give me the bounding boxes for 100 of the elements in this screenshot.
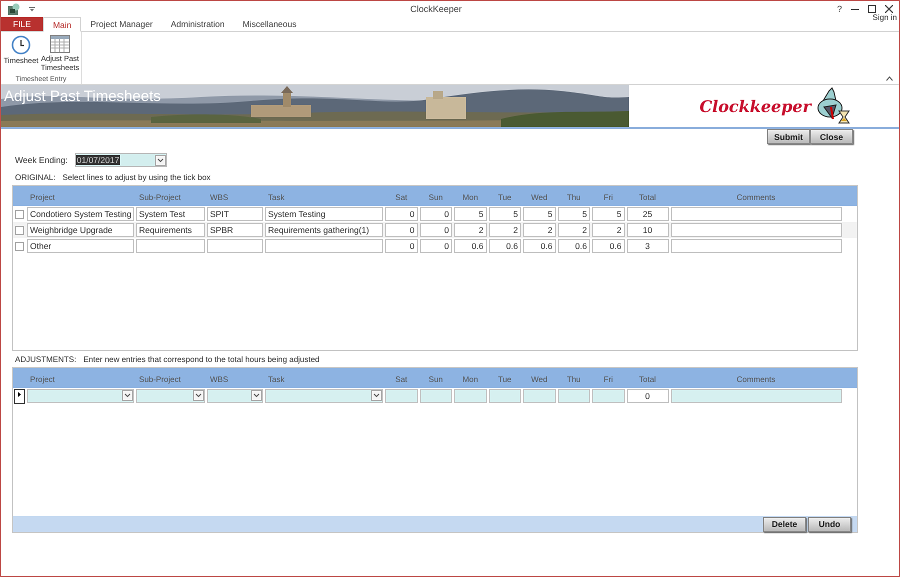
text-field[interactable]: SPBR bbox=[207, 223, 263, 237]
text-field[interactable]: Requirements gathering(1) bbox=[265, 223, 383, 237]
text-field[interactable] bbox=[523, 389, 556, 403]
text-field[interactable]: 0.6 bbox=[454, 239, 486, 253]
column-header: Sat bbox=[394, 192, 408, 202]
text-field[interactable]: 0 bbox=[420, 207, 452, 221]
text-field[interactable] bbox=[385, 389, 418, 403]
window-title: ClockKeeper bbox=[409, 4, 463, 14]
text-field[interactable] bbox=[558, 389, 590, 403]
ribbon-tab[interactable]: Administration bbox=[162, 17, 234, 31]
text-field[interactable]: 0 bbox=[385, 239, 418, 253]
footer-button[interactable]: Undo bbox=[808, 516, 851, 532]
footer-button[interactable]: Delete bbox=[763, 516, 806, 532]
column-header: Thu bbox=[566, 374, 582, 384]
logo-text: Clockkeeper bbox=[699, 96, 811, 116]
text-field[interactable]: 2 bbox=[488, 223, 521, 237]
column-header: Thu bbox=[566, 192, 582, 202]
robot-drawing bbox=[815, 87, 851, 125]
text-field[interactable]: 0 bbox=[626, 389, 668, 403]
text-field[interactable] bbox=[136, 239, 205, 253]
text-field[interactable] bbox=[207, 239, 263, 253]
column-header: Project bbox=[29, 374, 56, 384]
checkbox[interactable] bbox=[15, 226, 24, 234]
section-label: ORIGINAL: bbox=[15, 173, 56, 183]
column-header: Sun bbox=[428, 192, 444, 202]
column-header: Sat bbox=[394, 374, 408, 384]
ribbon-tab[interactable]: Project Manager bbox=[81, 17, 162, 31]
text-field[interactable]: 0 bbox=[385, 207, 418, 221]
column-header: Wed bbox=[530, 374, 548, 384]
text-field[interactable]: Weighbridge Upgrade bbox=[27, 223, 134, 237]
text-field[interactable]: 5 bbox=[488, 207, 521, 221]
text-field[interactable]: System Testing bbox=[265, 207, 383, 221]
text-field[interactable] bbox=[454, 389, 486, 403]
text-field[interactable]: 0.6 bbox=[592, 239, 624, 253]
column-header: Mon bbox=[461, 374, 480, 384]
column-header: Mon bbox=[461, 192, 480, 202]
comments-field[interactable] bbox=[670, 207, 842, 221]
maximize-icon[interactable] bbox=[868, 5, 876, 13]
text-field[interactable]: 2 bbox=[558, 223, 590, 237]
text-field[interactable]: System Test bbox=[136, 207, 205, 221]
section-label: ADJUSTMENTS: bbox=[15, 355, 76, 365]
column-header: Task bbox=[267, 192, 286, 202]
text-field[interactable]: 2 bbox=[454, 223, 486, 237]
text-field[interactable]: 10 bbox=[626, 223, 668, 237]
text-field[interactable]: 25 bbox=[626, 207, 668, 221]
ribbon-tab[interactable]: Main bbox=[42, 17, 82, 32]
column-header: WBS bbox=[209, 192, 230, 202]
close-icon[interactable] bbox=[885, 5, 893, 13]
text-field[interactable]: 0 bbox=[420, 239, 452, 253]
column-header: Project bbox=[29, 192, 56, 202]
text-field[interactable]: 5 bbox=[558, 207, 590, 221]
text-field[interactable]: 0 bbox=[385, 223, 418, 237]
record-selector-icon[interactable] bbox=[14, 388, 25, 404]
text-field[interactable]: 5 bbox=[523, 207, 556, 221]
text-field[interactable]: 5 bbox=[592, 207, 624, 221]
text-field[interactable]: 2 bbox=[523, 223, 556, 237]
column-header: Tue bbox=[497, 192, 512, 202]
text-field[interactable]: 0.6 bbox=[488, 239, 521, 253]
text-field[interactable]: Condotiero System Testing bbox=[27, 207, 134, 221]
text-field[interactable] bbox=[488, 389, 521, 403]
date-combo-box[interactable]: 01/07/2017 bbox=[74, 153, 167, 167]
action-button[interactable]: Submit bbox=[767, 129, 810, 144]
collapse-ribbon-icon[interactable] bbox=[886, 76, 893, 81]
text-field[interactable]: 3 bbox=[626, 239, 668, 253]
column-header: Sun bbox=[428, 374, 444, 384]
checkbox[interactable] bbox=[15, 210, 24, 218]
text-field[interactable]: 0.6 bbox=[523, 239, 556, 253]
field-label: Week Ending: bbox=[15, 155, 68, 165]
text-field[interactable] bbox=[420, 389, 452, 403]
comments-field[interactable] bbox=[670, 223, 842, 237]
text-field[interactable]: SPIT bbox=[207, 207, 263, 221]
customize-icon[interactable] bbox=[29, 6, 35, 12]
text-field[interactable]: 2 bbox=[592, 223, 624, 237]
action-button[interactable]: Close bbox=[810, 129, 853, 144]
text-field[interactable]: 0 bbox=[420, 223, 452, 237]
sign-in-link[interactable]: Sign in bbox=[872, 13, 897, 22]
ribbon-tab[interactable]: Miscellaneous bbox=[234, 17, 306, 31]
column-header: Fri bbox=[602, 192, 614, 202]
column-header: Sub-Project bbox=[138, 374, 182, 384]
comments-field[interactable] bbox=[670, 239, 842, 253]
clock-icon bbox=[11, 35, 31, 55]
section-hint: Enter new entries that correspond to the total hours being adjusted bbox=[83, 355, 320, 365]
column-header: Comments bbox=[736, 192, 776, 202]
checkbox[interactable] bbox=[15, 242, 24, 250]
help-button[interactable]: ? bbox=[836, 4, 842, 14]
text-field[interactable]: 5 bbox=[454, 207, 486, 221]
column-header: Tue bbox=[497, 374, 512, 384]
text-field[interactable]: 0.6 bbox=[558, 239, 590, 253]
column-header: Comments bbox=[736, 374, 776, 384]
text-field[interactable] bbox=[592, 389, 624, 403]
file-tab[interactable]: FILE bbox=[1, 17, 43, 31]
app-icon[interactable] bbox=[7, 2, 21, 16]
comments-field[interactable] bbox=[670, 389, 842, 403]
column-header: Sub-Project bbox=[138, 192, 182, 202]
calendar-icon bbox=[50, 35, 70, 53]
column-header: Fri bbox=[602, 374, 614, 384]
column-header: Total bbox=[638, 374, 657, 384]
text-field[interactable]: Other bbox=[27, 239, 134, 253]
text-field[interactable] bbox=[265, 239, 383, 253]
text-field[interactable]: Requirements bbox=[136, 223, 205, 237]
